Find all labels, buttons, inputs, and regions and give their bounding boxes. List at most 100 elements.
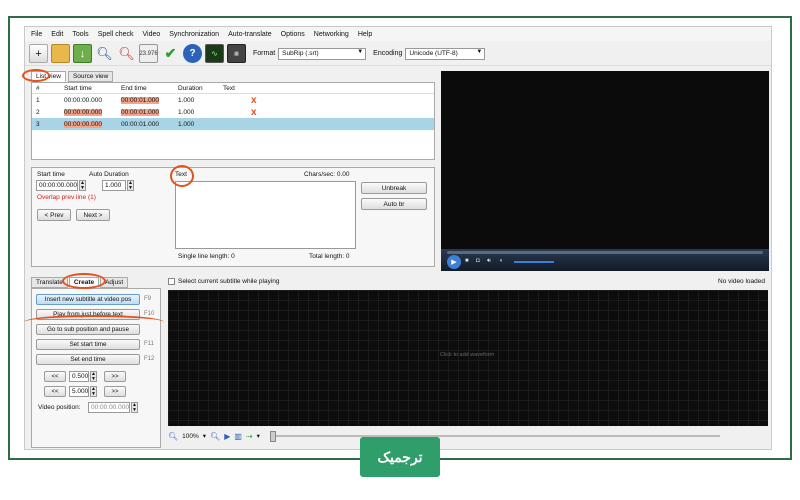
video-toggle-icon[interactable]: ▦ (227, 44, 246, 63)
chevron-down-icon: ▼ (476, 48, 483, 55)
insert-subtitle-button[interactable]: Insert new subtitle at video pos (36, 294, 140, 305)
forward-large-button[interactable]: >> (104, 386, 126, 397)
chevron-down-icon[interactable]: ▾ (257, 432, 260, 440)
waveform-area[interactable]: Click to add waveform (168, 290, 768, 426)
menu-edit[interactable]: Edit (51, 31, 63, 38)
prev-button[interactable]: < Prev (37, 209, 71, 221)
x-mark-annotation: x (251, 94, 257, 106)
find-icon[interactable]: 🔍︎ (95, 44, 114, 63)
auto-duration-label: Auto Duration (89, 171, 129, 178)
encoding-label: Encoding (373, 50, 403, 57)
rewind-large-button[interactable]: << (44, 386, 66, 397)
video-position-spinner[interactable]: ▲ ▼ (131, 402, 138, 413)
menu-auto-translate[interactable]: Auto-translate (228, 31, 272, 38)
encoding-select[interactable]: Unicode (UTF-8) ▼ (405, 47, 486, 60)
zoom-in-icon[interactable]: 🔍︎ (210, 432, 220, 441)
menu-networking[interactable]: Networking (314, 31, 349, 38)
row-end: 00:00:01.000 (121, 96, 159, 104)
spectrogram-icon[interactable]: ▥ (234, 432, 242, 441)
open-folder-icon[interactable] (51, 44, 70, 63)
menu-synchronization[interactable]: Synchronization (169, 31, 219, 38)
menu-file[interactable]: File (31, 31, 42, 38)
small-step-spinner[interactable]: ▲ ▼ (90, 371, 97, 382)
start-time-input[interactable]: 00:00:00.000 (36, 180, 78, 191)
col-end-time[interactable]: End time (119, 85, 176, 92)
format-select[interactable]: SubRip (.srt) ▼ (278, 47, 367, 60)
set-end-shortcut: F12 (144, 356, 155, 362)
toolbar: + ↓ 🔍︎ 🔍︎ 23.976 ✔ ? ∿ ▦ Format SubRip (… (25, 42, 771, 66)
col-duration[interactable]: Duration (176, 85, 221, 92)
x-mark-annotation: x (251, 106, 257, 118)
total-length: Total length: 0 (309, 253, 350, 260)
waveform-toggle-icon[interactable]: ∿ (205, 44, 224, 63)
duration-input[interactable]: 1.000 (102, 180, 126, 191)
forward-small-button[interactable]: >> (104, 371, 126, 382)
subtitle-text-input[interactable] (175, 181, 356, 249)
menu-tools[interactable]: Tools (72, 31, 88, 38)
row-end: 00:00:01.000 (121, 120, 159, 128)
chevron-down-icon[interactable]: ▾ (203, 432, 206, 440)
select-while-playing-label: Select current subtitle while playing (178, 278, 280, 285)
video-seekbar[interactable] (447, 251, 763, 254)
spell-check-icon[interactable]: ✔ (161, 44, 180, 63)
format-value: SubRip (.srt) (282, 50, 319, 57)
auto-br-button[interactable]: Auto br (361, 198, 427, 210)
new-file-icon[interactable]: + (29, 44, 48, 63)
encoding-value: Unicode (UTF-8) (409, 50, 458, 57)
replace-icon[interactable]: 🔍︎ (117, 44, 136, 63)
no-video-status: No video loaded (718, 278, 765, 285)
waveform-position-slider[interactable] (269, 431, 720, 442)
set-end-time-button[interactable]: Set end time (36, 354, 140, 365)
duration-spinner[interactable]: ▲ ▼ (127, 180, 134, 191)
video-position-label: Video position: (38, 404, 81, 411)
rewind-small-button[interactable]: << (44, 371, 66, 382)
row-start: 00:00:00.000 (64, 96, 102, 104)
select-while-playing-checkbox[interactable] (168, 278, 175, 285)
save-icon[interactable]: ↓ (73, 44, 92, 63)
insert-shortcut: F9 (144, 296, 152, 302)
set-start-time-button[interactable]: Set start time (36, 339, 140, 350)
menu-spell-check[interactable]: Spell check (98, 31, 134, 38)
annotation-circle-text (170, 165, 194, 187)
help-icon[interactable]: ? (183, 44, 202, 63)
unbreak-button[interactable]: Unbreak (361, 182, 427, 194)
start-time-spinner[interactable]: ▲ ▼ (79, 180, 86, 191)
small-step-input[interactable]: 0.500 (69, 371, 89, 382)
row-end: 00:00:01.000 (121, 108, 159, 116)
play-icon[interactable]: ▶ (224, 432, 230, 441)
table-row[interactable]: 2 00:00:00.000 00:00:01.000 1.000 x (32, 106, 434, 118)
table-row-selected[interactable]: 3 00:00:00.000 00:00:01.000 1.000 (32, 118, 434, 130)
select-while-playing[interactable]: Select current subtitle while playing (168, 278, 280, 285)
table-row[interactable]: 1 00:00:00.000 00:00:01.000 1.000 x (32, 94, 434, 106)
tab-source-view[interactable]: Source view (67, 71, 114, 82)
col-number[interactable]: # (32, 85, 62, 92)
create-panel: Insert new subtitle at video pos F9 Play… (31, 288, 161, 448)
next-button[interactable]: Next > (76, 209, 110, 221)
volume-icon[interactable]: 🔊︎ (487, 258, 491, 265)
fullscreen-icon[interactable]: ◘ (476, 258, 480, 264)
menu-video[interactable]: Video (142, 31, 160, 38)
zoom-out-icon[interactable]: 🔍︎ (168, 432, 178, 441)
video-controls: ▶ ■ ◘ 🔊︎ ◖ (441, 249, 769, 271)
col-text[interactable]: Text (221, 85, 411, 92)
row-duration: 1.000 (178, 96, 195, 104)
zoom-value[interactable]: 100% (182, 433, 199, 440)
volume-slider[interactable] (514, 261, 554, 263)
play-icon[interactable]: ▶ (447, 255, 461, 269)
col-start-time[interactable]: Start time (62, 85, 119, 92)
sync-arrows-icon[interactable]: ⇢ (246, 432, 253, 441)
video-player[interactable]: ▶ ■ ◘ 🔊︎ ◖ (441, 71, 769, 271)
subtitle-list: # Start time End time Duration Text 1 00… (31, 82, 435, 160)
visual-sync-icon[interactable]: 23.976 (139, 44, 158, 63)
large-step-spinner[interactable]: ▲ ▼ (90, 386, 97, 397)
stop-icon[interactable]: ■ (465, 258, 469, 264)
chevron-down-icon: ▼ (357, 48, 364, 55)
large-step-input[interactable]: 5.000 (69, 386, 89, 397)
menu-options[interactable]: Options (281, 31, 305, 38)
chars-per-sec: Chars/sec: 0.00 (304, 171, 350, 178)
video-position-input[interactable]: 00:00:00.000 (88, 402, 130, 413)
outer-frame: File Edit Tools Spell check Video Synchr… (8, 16, 792, 460)
menu-help[interactable]: Help (358, 31, 372, 38)
subtitle-editor: Start time Auto Duration 00:00:00.000 ▲ ▼… (31, 167, 435, 267)
mute-icon[interactable]: ◖ (499, 258, 503, 264)
